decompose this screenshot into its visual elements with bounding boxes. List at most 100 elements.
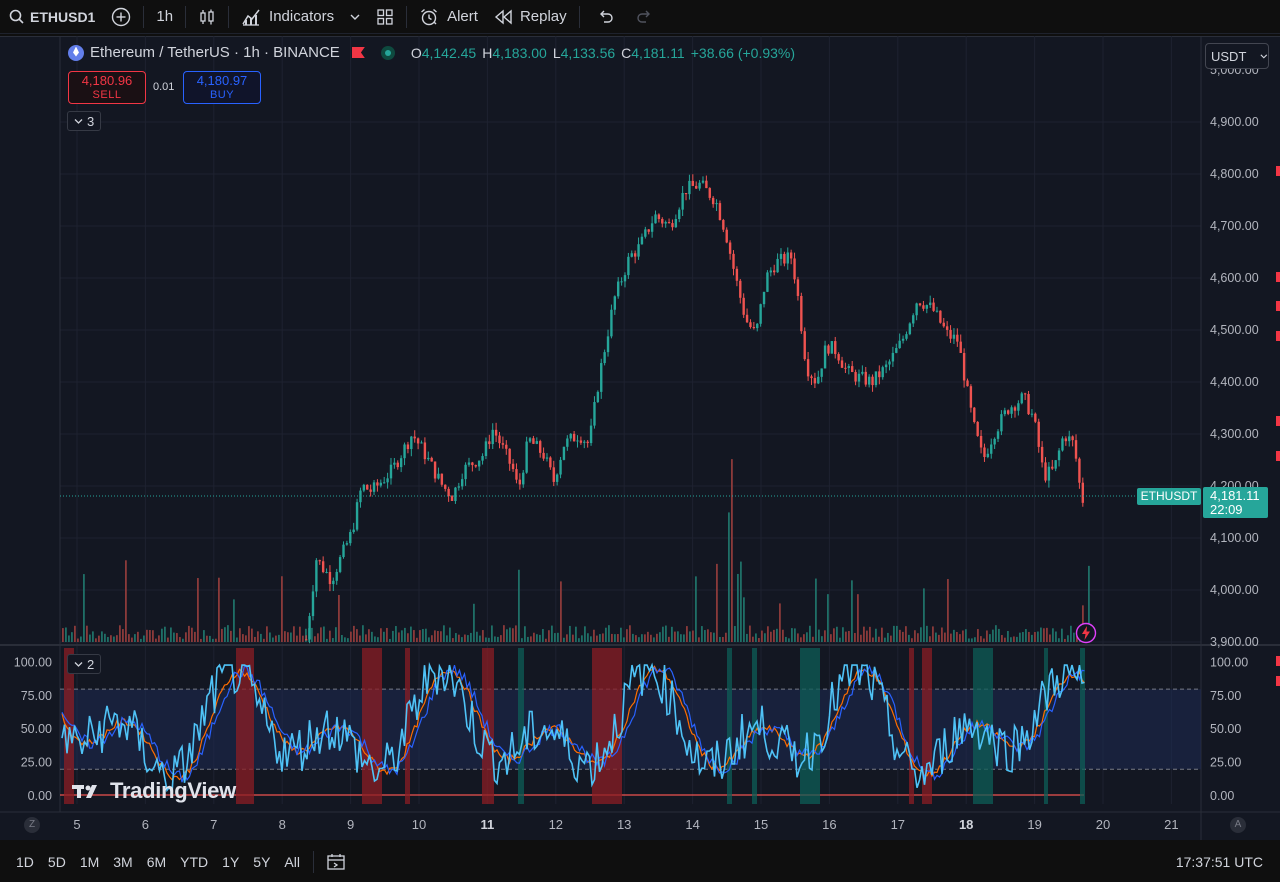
range-5d[interactable]: 5D: [41, 854, 73, 870]
chart-type-button[interactable]: [190, 0, 224, 34]
interval-button[interactable]: 1h: [148, 0, 181, 34]
candle-body: [505, 444, 508, 449]
indicators-dropdown[interactable]: [342, 0, 368, 34]
candle-body: [427, 457, 430, 460]
volume-bar: [506, 629, 508, 642]
candle-body: [328, 571, 332, 585]
auto-scale-button[interactable]: A: [1230, 817, 1246, 833]
candle-body: [1054, 460, 1057, 469]
candle-body: [823, 345, 827, 369]
compare-button[interactable]: [103, 0, 139, 34]
volume-bar: [416, 637, 418, 642]
currency-select[interactable]: USDT: [1205, 43, 1269, 69]
volume-bar: [401, 630, 403, 642]
volume-bar: [251, 628, 253, 642]
calendar-icon[interactable]: [326, 852, 346, 872]
volume-bar: [314, 636, 316, 642]
range-6m[interactable]: 6M: [140, 854, 173, 870]
candle-body: [715, 203, 718, 205]
buy-button[interactable]: 4,180.97 BUY: [183, 71, 261, 104]
volume-bar: [755, 633, 757, 642]
volume-bar: [302, 635, 304, 642]
market-status-icon[interactable]: [380, 45, 395, 60]
range-1m[interactable]: 1M: [73, 854, 106, 870]
time-tick-label: 20: [1096, 817, 1110, 832]
alert-button[interactable]: Alert: [411, 0, 486, 34]
flag-icon[interactable]: [351, 47, 365, 58]
volume-bar: [1007, 630, 1009, 642]
timezone-button[interactable]: Z: [24, 817, 40, 833]
candle-body: [1027, 394, 1030, 415]
volume-bar: [563, 637, 565, 642]
candle-body: [925, 305, 929, 309]
quantity-value[interactable]: 0.01: [153, 81, 174, 93]
main-indicators-toggle[interactable]: 3: [67, 111, 102, 131]
range-all[interactable]: All: [277, 854, 307, 870]
range-1y[interactable]: 1Y: [215, 854, 246, 870]
volume-bar: [173, 632, 175, 642]
volume-bar: [335, 627, 337, 642]
volume-bar: [269, 632, 271, 642]
candle-body: [779, 253, 783, 259]
signal-highlight: [800, 648, 820, 804]
volume-bar: [503, 625, 505, 642]
indicators-button[interactable]: Indicators: [233, 0, 342, 34]
lightning-icon[interactable]: [1075, 622, 1097, 644]
volume-bar: [860, 634, 862, 642]
volume-bar: [671, 626, 673, 642]
volume-bar: [371, 631, 373, 642]
candle-body: [711, 197, 715, 205]
redo-button[interactable]: [626, 0, 664, 34]
time-tick-label: 10: [412, 817, 426, 832]
volume-bar: [941, 627, 943, 642]
chart-canvas[interactable]: 5,000.004,900.004,800.004,700.004,600.00…: [0, 36, 1280, 840]
osc-tick-label: 100.00: [1210, 655, 1248, 669]
volume-bar: [809, 625, 811, 642]
candle-body: [410, 436, 413, 450]
volume-bar: [443, 625, 445, 642]
candle-body: [983, 447, 986, 458]
candle-body: [559, 459, 562, 475]
volume-bar: [980, 636, 982, 642]
osc-indicators-toggle[interactable]: 2: [67, 654, 102, 674]
volume-bar: [239, 628, 241, 642]
utc-clock[interactable]: 17:37:51 UTC: [1176, 842, 1263, 882]
replay-button[interactable]: Replay: [486, 0, 575, 34]
volume-bar: [905, 626, 907, 642]
volume-bar: [410, 626, 412, 642]
candle-body: [922, 305, 925, 309]
volume-bar: [818, 629, 820, 642]
volume-bar: [815, 578, 817, 642]
volume-bar: [152, 630, 154, 642]
symbol-search[interactable]: ETHUSD1: [0, 0, 103, 34]
volume-bar: [1019, 632, 1021, 642]
candle-body: [718, 203, 722, 221]
candle-body: [593, 402, 596, 426]
range-5y[interactable]: 5Y: [246, 854, 277, 870]
osc-indicators-count: 2: [87, 656, 95, 672]
range-1d[interactable]: 1D: [9, 854, 41, 870]
layouts-button[interactable]: [368, 0, 402, 34]
candle-body: [376, 482, 379, 486]
range-ytd[interactable]: YTD: [173, 854, 215, 870]
sell-button[interactable]: 4,180.96 SELL: [68, 71, 146, 104]
candle-body: [908, 323, 912, 335]
candle-body: [830, 341, 834, 354]
symbol-title[interactable]: Ethereum / TetherUS · 1h · BINANCE: [90, 44, 340, 61]
volume-bar: [965, 629, 967, 642]
volume-bar: [266, 626, 268, 642]
separator: [143, 5, 145, 28]
volume-bar: [320, 627, 322, 642]
volume-bar: [194, 631, 196, 642]
candle-body: [447, 488, 450, 497]
last-price: 4,181.11: [1210, 488, 1260, 503]
volume-bar: [896, 625, 898, 642]
ohlc-values: O4,142.45 H4,183.00 L4,133.56 C4,181.11 …: [411, 45, 795, 61]
volume-bar: [1022, 632, 1024, 642]
volume-bar: [635, 635, 637, 642]
undo-button[interactable]: [584, 0, 626, 34]
range-3m[interactable]: 3M: [106, 854, 139, 870]
candle-body: [820, 368, 823, 377]
volume-bar: [773, 629, 775, 642]
volume-bar: [518, 569, 520, 642]
